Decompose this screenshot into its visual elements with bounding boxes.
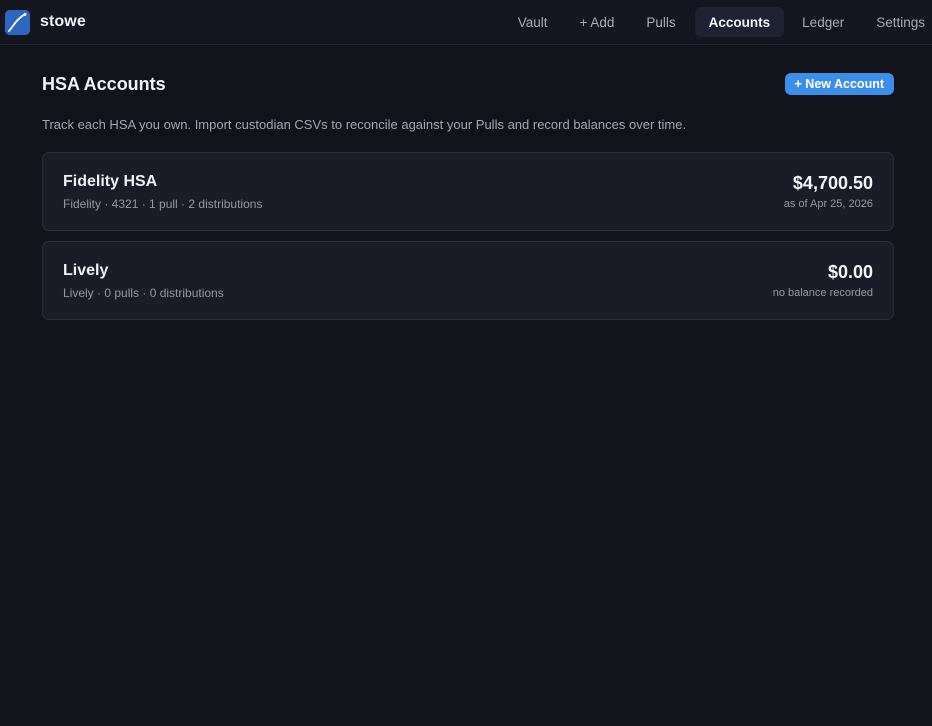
nav-item-accounts[interactable]: Accounts (694, 7, 785, 37)
account-info: Fidelity HSA Fidelity · 4321 · 1 pull · … (63, 173, 262, 211)
account-name: Fidelity HSA (63, 173, 158, 190)
account-balance-date: no balance recorded (772, 287, 873, 299)
curve-line-icon (5, 9, 30, 35)
nav-item-add[interactable]: + Add (566, 7, 627, 37)
account-balance-block: $0.00 no balance recorded (773, 262, 873, 299)
account-meta: Lively · 0 pulls · 0 distributions (63, 286, 224, 300)
page-description: Track each HSA you own. Import custodian… (42, 117, 687, 132)
brand[interactable]: stowe (0, 9, 86, 35)
account-name: Lively (63, 262, 109, 279)
account-balance: $4,700.50 (792, 173, 873, 193)
app-name: stowe (40, 13, 86, 30)
main-nav: Vault + Add Pulls Accounts Ledger Settin… (505, 0, 932, 44)
account-info: Lively Lively · 0 pulls · 0 distribution… (63, 262, 224, 300)
account-card[interactable]: Fidelity HSA Fidelity · 4321 · 1 pull · … (42, 152, 894, 231)
account-balance-date: as of Apr 25, 2026 (783, 198, 873, 210)
top-bar: stowe Vault + Add Pulls Accounts Ledger … (0, 0, 932, 45)
nav-item-vault[interactable]: Vault (505, 7, 561, 37)
nav-item-settings[interactable]: Settings (862, 7, 932, 37)
nav-item-ledger[interactable]: Ledger (788, 7, 858, 37)
account-card[interactable]: Lively Lively · 0 pulls · 0 distribution… (42, 241, 894, 320)
account-list: Fidelity HSA Fidelity · 4321 · 1 pull · … (42, 152, 894, 320)
new-account-button[interactable]: + New Account (784, 73, 894, 95)
account-balance-block: $4,700.50 as of Apr 25, 2026 (784, 173, 873, 210)
account-balance: $0.00 (827, 262, 873, 282)
account-meta: Fidelity · 4321 · 1 pull · 2 distributio… (63, 197, 263, 211)
main-content: HSA Accounts + New Account Track each HS… (0, 45, 932, 320)
page-header: HSA Accounts + New Account (42, 73, 894, 95)
nav-item-pulls[interactable]: Pulls (633, 7, 688, 37)
page-title: HSA Accounts (42, 73, 166, 94)
